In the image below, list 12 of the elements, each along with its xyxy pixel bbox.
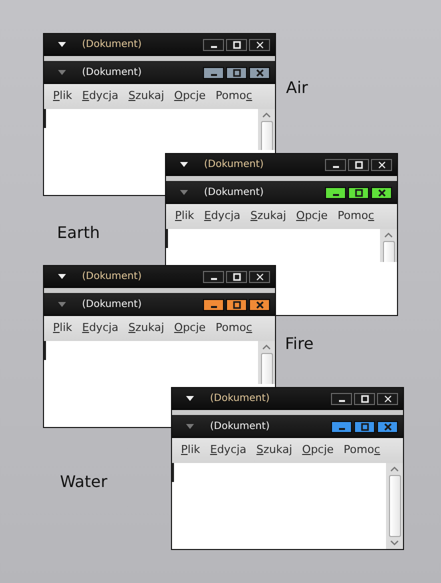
window-title: (Dokument) bbox=[82, 270, 143, 284]
theme-label: Earth bbox=[57, 222, 100, 244]
window-title: (Dokument) bbox=[204, 186, 265, 200]
window-title: (Dokument) bbox=[82, 38, 143, 52]
window-title: (Dokument) bbox=[210, 420, 271, 434]
window-title: (Dokument) bbox=[82, 298, 143, 312]
window-title: (Dokument) bbox=[204, 158, 265, 172]
theme-label: Air bbox=[286, 77, 308, 99]
theme-label: Water bbox=[60, 471, 108, 493]
theme-label: Fire bbox=[285, 333, 314, 355]
window-title: (Dokument) bbox=[82, 66, 143, 80]
window-title: (Dokument) bbox=[210, 392, 271, 406]
